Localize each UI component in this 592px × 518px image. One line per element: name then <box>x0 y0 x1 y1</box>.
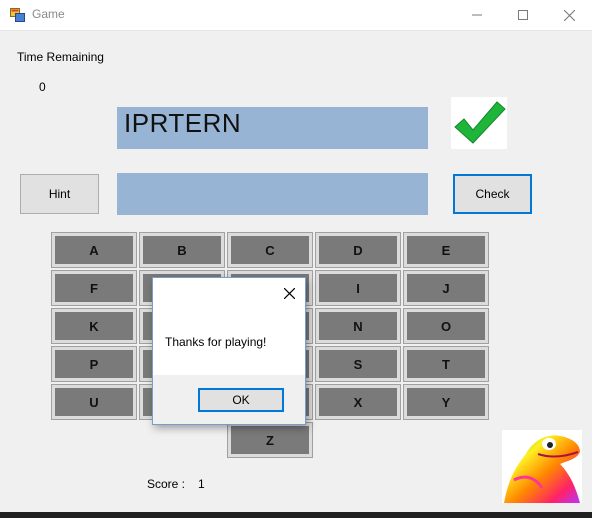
minimize-icon <box>472 14 482 16</box>
checkmark-icon <box>451 97 507 149</box>
ok-button[interactable]: OK <box>198 388 284 412</box>
answer-input[interactable] <box>117 173 428 215</box>
close-window-button[interactable] <box>546 0 592 30</box>
minimize-button[interactable] <box>454 0 500 30</box>
letter-button-j[interactable]: J <box>403 270 489 306</box>
app-window-icon <box>10 8 25 22</box>
time-remaining-label: Time Remaining <box>17 50 104 64</box>
message-dialog: Thanks for playing! OK <box>152 277 306 425</box>
letter-button-b[interactable]: B <box>139 232 225 268</box>
letter-button-k[interactable]: K <box>51 308 137 344</box>
hint-button[interactable]: Hint <box>20 174 99 214</box>
score-label: Score : <box>147 477 186 491</box>
dialog-message: Thanks for playing! <box>165 335 267 349</box>
window-title: Game <box>32 7 65 21</box>
close-icon <box>283 287 295 299</box>
maximize-icon <box>518 10 528 20</box>
letter-button-y[interactable]: Y <box>403 384 489 420</box>
letter-button-e[interactable]: E <box>403 232 489 268</box>
letter-button-i[interactable]: I <box>315 270 401 306</box>
letter-button-a[interactable]: A <box>51 232 137 268</box>
letter-button-d[interactable]: D <box>315 232 401 268</box>
letter-button-o[interactable]: O <box>403 308 489 344</box>
check-button[interactable]: Check <box>453 174 532 214</box>
letter-button-u[interactable]: U <box>51 384 137 420</box>
letter-button-c[interactable]: C <box>227 232 313 268</box>
letter-button-z[interactable]: Z <box>227 422 313 458</box>
close-icon <box>563 9 575 21</box>
rainbow-frog-image <box>502 430 582 503</box>
letter-button-n[interactable]: N <box>315 308 401 344</box>
letter-button-p[interactable]: P <box>51 346 137 382</box>
window-bottom-edge <box>0 512 592 518</box>
score-value: 1 <box>198 477 205 491</box>
letter-button-s[interactable]: S <box>315 346 401 382</box>
dialog-close-button[interactable] <box>280 284 298 302</box>
time-remaining-value: 0 <box>39 80 46 94</box>
letter-button-f[interactable]: F <box>51 270 137 306</box>
letter-button-x[interactable]: X <box>315 384 401 420</box>
maximize-button[interactable] <box>500 0 546 30</box>
letter-button-t[interactable]: T <box>403 346 489 382</box>
title-bar: Game <box>0 0 592 31</box>
scrambled-word-box: IPRTERN <box>117 107 428 149</box>
scrambled-word: IPRTERN <box>124 108 242 138</box>
